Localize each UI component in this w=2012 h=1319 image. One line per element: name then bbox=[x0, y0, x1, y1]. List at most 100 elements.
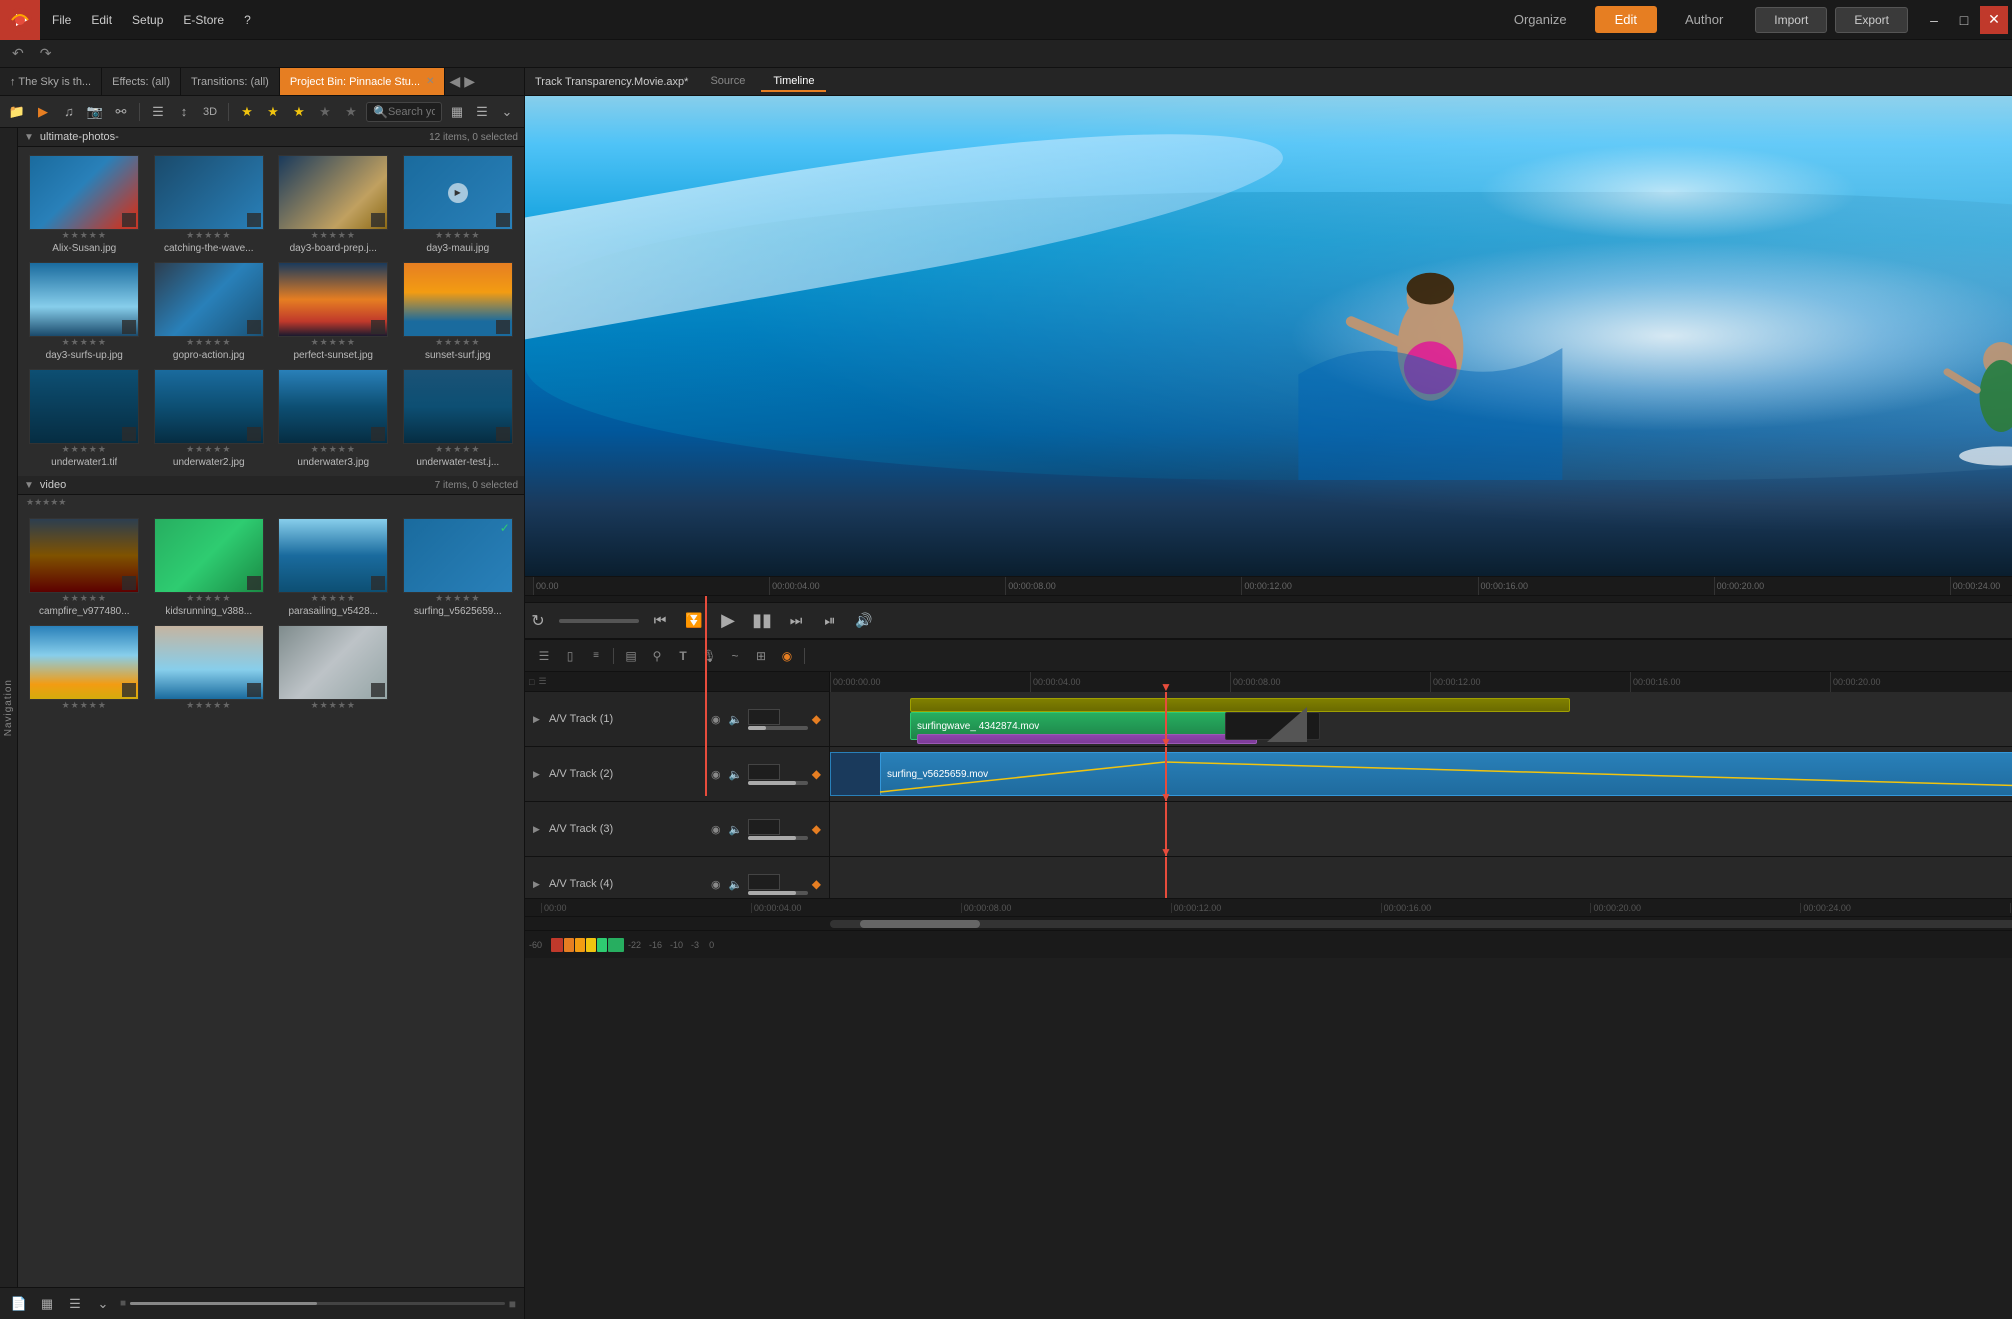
tl-text-icon[interactable]: T bbox=[672, 645, 694, 667]
track-audio-icon-3[interactable]: 🔈 bbox=[728, 821, 744, 837]
loop-button[interactable]: ↻ bbox=[525, 608, 551, 634]
tl-layers-icon[interactable]: ▯ bbox=[559, 645, 581, 667]
star2-icon[interactable]: ★ bbox=[262, 101, 284, 123]
3d-icon[interactable]: 3D bbox=[199, 101, 221, 123]
tl-chart-icon[interactable]: ▤ bbox=[620, 645, 642, 667]
step-back-button[interactable]: ⏬ bbox=[681, 608, 707, 634]
star3-icon[interactable]: ★ bbox=[288, 101, 310, 123]
list-item[interactable]: ★★★★★ perfect-sunset.jpg bbox=[271, 258, 396, 365]
volume-slider-2[interactable] bbox=[748, 781, 808, 785]
tl-menu-icon[interactable]: ☰ bbox=[533, 645, 555, 667]
list-item[interactable]: ★★★★★ underwater1.tif bbox=[22, 365, 147, 472]
tl-grid-icon[interactable]: ⊞ bbox=[750, 645, 772, 667]
music-icon[interactable]: ♫ bbox=[58, 101, 80, 123]
skip-start-button[interactable]: ⏮ bbox=[647, 608, 673, 634]
track-volume-input-3[interactable]: 100 bbox=[748, 819, 780, 835]
list-item[interactable]: ★★★★★ sunset-surf.jpg bbox=[396, 258, 521, 365]
track-volume-input-4[interactable]: 100 bbox=[748, 874, 780, 890]
clip-olive-1[interactable] bbox=[910, 698, 1570, 712]
list-item[interactable]: ★★★★★ gopro-action.jpg bbox=[147, 258, 272, 365]
undo-button[interactable]: ↶ bbox=[8, 43, 28, 64]
volume-slider-3[interactable] bbox=[748, 836, 808, 840]
list-item[interactable]: ★★★★★ underwater2.jpg bbox=[147, 365, 272, 472]
tl-wave-icon[interactable]: ~ bbox=[724, 645, 746, 667]
scroll-thumb[interactable] bbox=[860, 920, 980, 928]
tab-author[interactable]: Author bbox=[1665, 6, 1743, 33]
close-button[interactable]: ✕ bbox=[1980, 6, 2008, 34]
page-icon[interactable]: 📄 bbox=[8, 1293, 30, 1315]
video-icon[interactable]: ▶ bbox=[32, 101, 54, 123]
grid-view-icon[interactable]: ▦ bbox=[446, 101, 468, 123]
scroll-track[interactable] bbox=[830, 920, 2012, 928]
list-item[interactable]: ★★★★★ underwater3.jpg bbox=[271, 365, 396, 472]
grid-small-icon[interactable]: ▦ bbox=[36, 1293, 58, 1315]
list-view2-icon[interactable]: ☰ bbox=[471, 101, 493, 123]
list-item[interactable]: ★★★★★ catching-the-wave... bbox=[147, 151, 272, 258]
tl-arrange-icon[interactable]: ≡ bbox=[585, 645, 607, 667]
image-icon[interactable]: 📷 bbox=[84, 101, 106, 123]
tab-timeline[interactable]: Timeline bbox=[761, 72, 826, 92]
folder-icon[interactable]: 📁 bbox=[6, 101, 28, 123]
list-item[interactable]: ★★★★★ bbox=[22, 621, 147, 717]
tab-effects[interactable]: Effects: (all) bbox=[102, 68, 181, 96]
tab-close-icon[interactable]: ✕ bbox=[426, 76, 434, 87]
tl-audio-icon[interactable]: 🎙 bbox=[698, 645, 720, 667]
track-volume-input-1[interactable]: 51 bbox=[748, 709, 780, 725]
track-audio-icon-4[interactable]: 🔈 bbox=[728, 876, 744, 892]
track-audio-icon-1[interactable]: 🔈 bbox=[728, 711, 744, 727]
size-slider[interactable] bbox=[130, 1302, 505, 1305]
play-button[interactable]: ▶ bbox=[715, 608, 741, 634]
list-item[interactable]: ★★★★★ day3-surfs-up.jpg bbox=[22, 258, 147, 365]
tab-source[interactable]: Source bbox=[698, 72, 757, 92]
list-item[interactable]: ★★★★★ bbox=[271, 621, 396, 717]
diamond-icon-3[interactable]: ◆ bbox=[812, 822, 821, 836]
tracks-area[interactable]: 00:00:00.00 00:00:04.00 00:00:08.00 00:0… bbox=[830, 672, 2012, 898]
options-small-icon[interactable]: ⌄ bbox=[92, 1293, 114, 1315]
tab-prev-icon[interactable]: ◀ bbox=[449, 73, 460, 90]
filter-icon[interactable]: ⚯ bbox=[110, 101, 132, 123]
tl-orange-icon[interactable]: ◉ bbox=[776, 645, 798, 667]
list-item[interactable]: ✓ ★★★★★ surfing_v5625659... bbox=[396, 514, 521, 621]
tl-magnet-icon[interactable]: ⚲ bbox=[646, 645, 668, 667]
diamond-icon-1[interactable]: ◆ bbox=[812, 712, 821, 726]
menu-estore[interactable]: E-Store bbox=[179, 11, 228, 29]
star-icon[interactable]: ★ bbox=[236, 101, 258, 123]
search-input[interactable] bbox=[388, 106, 435, 118]
volume-slider-1[interactable] bbox=[748, 726, 808, 730]
view-options-icon[interactable]: ⌄ bbox=[496, 101, 518, 123]
track-volume-input-2[interactable]: 100 bbox=[748, 764, 780, 780]
diamond-icon-2[interactable]: ◆ bbox=[812, 767, 821, 781]
volume-slider[interactable] bbox=[559, 619, 639, 623]
audio-button[interactable]: 🔊 bbox=[851, 608, 877, 634]
tab-sky[interactable]: ↑ The Sky is th... bbox=[0, 68, 102, 96]
volume-slider-4[interactable] bbox=[748, 891, 808, 895]
tab-transitions[interactable]: Transitions: (all) bbox=[181, 68, 280, 96]
list-item[interactable]: ★★★★★ kidsrunning_v388... bbox=[147, 514, 272, 621]
clip-blue-2[interactable]: surfing_v5625659.mov bbox=[880, 752, 2012, 796]
diamond-icon-4[interactable]: ◆ bbox=[812, 877, 821, 891]
section-video-arrow[interactable]: ▼ bbox=[24, 480, 34, 491]
list-item[interactable]: ★★★★★ underwater-test.j... bbox=[396, 365, 521, 472]
tab-organize[interactable]: Organize bbox=[1494, 6, 1587, 33]
list-item[interactable]: ★★★★★ day3-board-prep.j... bbox=[271, 151, 396, 258]
track-eye-icon-2[interactable]: ◉ bbox=[708, 766, 724, 782]
minimize-button[interactable]: – bbox=[1920, 6, 1948, 34]
menu-help[interactable]: ? bbox=[240, 11, 255, 29]
star4-icon[interactable]: ★ bbox=[314, 101, 336, 123]
track-eye-icon-3[interactable]: ◉ bbox=[708, 821, 724, 837]
track-eye-icon-4[interactable]: ◉ bbox=[708, 876, 724, 892]
list-item[interactable]: ★★★★★ parasailing_v5428... bbox=[271, 514, 396, 621]
export-button[interactable]: Export bbox=[1835, 7, 1908, 33]
maximize-button[interactable]: □ bbox=[1950, 6, 1978, 34]
clip-purple-1[interactable] bbox=[917, 734, 1257, 744]
menu-file[interactable]: File bbox=[48, 11, 75, 29]
track-audio-icon-2[interactable]: 🔈 bbox=[728, 766, 744, 782]
skip-end-button[interactable]: ⏯ bbox=[817, 608, 843, 634]
redo-button[interactable]: ↷ bbox=[36, 43, 56, 64]
list-small-icon[interactable]: ☰ bbox=[64, 1293, 86, 1315]
list-view-icon[interactable]: ☰ bbox=[147, 101, 169, 123]
menu-setup[interactable]: Setup bbox=[128, 11, 167, 29]
menu-edit[interactable]: Edit bbox=[87, 11, 116, 29]
tab-edit[interactable]: Edit bbox=[1595, 6, 1657, 33]
track-eye-icon-1[interactable]: ◉ bbox=[708, 711, 724, 727]
